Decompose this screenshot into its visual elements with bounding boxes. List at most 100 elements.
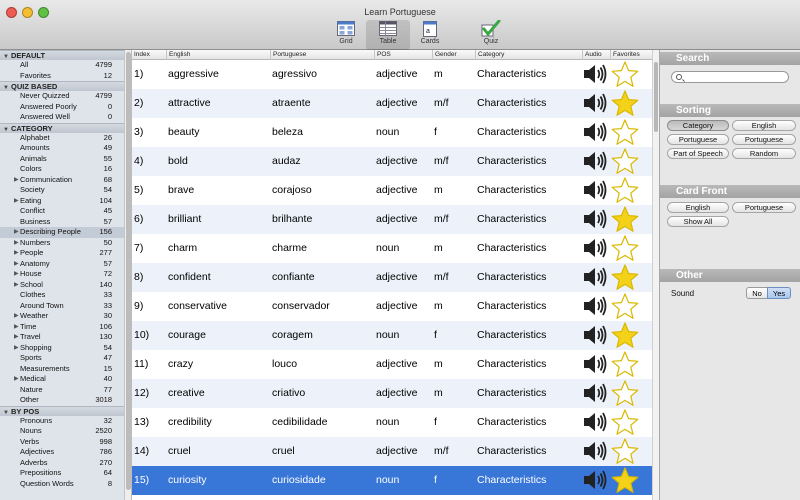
favorite-star-empty-icon[interactable] xyxy=(610,379,640,408)
table-scroll-thumb[interactable] xyxy=(654,62,658,132)
column-header[interactable]: Gender xyxy=(432,50,475,60)
table-scrollbar[interactable] xyxy=(652,50,659,500)
sidebar-item[interactable]: ▶ People 277 xyxy=(0,248,124,259)
column-header[interactable]: Favorites xyxy=(610,50,652,60)
toolbar-table-button[interactable]: Table xyxy=(366,20,410,50)
speaker-audio-icon[interactable] xyxy=(582,92,608,114)
table-row[interactable]: 7) charm charme noun m Characteristics xyxy=(132,234,652,263)
speaker-audio-icon[interactable] xyxy=(582,150,608,172)
sidebar-item[interactable]: Clothes 33 xyxy=(0,290,124,301)
sidebar-item[interactable]: Society 54 xyxy=(0,185,124,196)
sidebar-item[interactable]: Other 3018 xyxy=(0,395,124,406)
speaker-audio-icon[interactable] xyxy=(582,179,608,201)
sidebar-item[interactable]: ▶ Numbers 50 xyxy=(0,238,124,249)
favorite-star-filled-icon[interactable] xyxy=(610,321,640,350)
favorite-star-empty-icon[interactable] xyxy=(610,176,640,205)
sidebar-item[interactable]: Favorites 12 xyxy=(0,71,124,82)
sidebar-item[interactable]: Around Town 33 xyxy=(0,301,124,312)
favorite-star-empty-icon[interactable] xyxy=(610,350,640,379)
toolbar-quiz-button[interactable]: Quiz xyxy=(469,20,513,50)
expand-arrow-icon[interactable]: ▶ xyxy=(14,259,19,270)
sidebar-item[interactable]: ▶ Anatomy 57 xyxy=(0,259,124,270)
speaker-audio-icon[interactable] xyxy=(582,63,608,85)
sidebar-item[interactable]: Pronouns 32 xyxy=(0,416,124,427)
sidebar-item[interactable]: ▶ House 72 xyxy=(0,269,124,280)
expand-arrow-icon[interactable]: ▶ xyxy=(14,227,19,238)
speaker-audio-icon[interactable] xyxy=(582,121,608,143)
sidebar-item[interactable]: Never Quizzed 4799 xyxy=(0,91,124,102)
table-row[interactable]: 2) attractive atraente adjective m/f Characte… xyxy=(132,89,652,118)
table-row[interactable]: 9) conservative conservador adjective m Chara… xyxy=(132,292,652,321)
table-row[interactable]: 11) crazy louco adjective m Characteristics xyxy=(132,350,652,379)
sidebar-item[interactable]: Colors 16 xyxy=(0,164,124,175)
column-header[interactable]: Category xyxy=(475,50,582,60)
sidebar-item[interactable]: ▶ Eating 104 xyxy=(0,196,124,207)
sidebar-item[interactable]: Measurements 15 xyxy=(0,364,124,375)
sidebar-item[interactable]: Answered Poorly 0 xyxy=(0,102,124,113)
sidebar-item[interactable]: Adjectives 786 xyxy=(0,447,124,458)
favorite-star-filled-icon[interactable] xyxy=(610,205,640,234)
speaker-audio-icon[interactable] xyxy=(582,324,608,346)
sort-portuguese-button[interactable]: Portuguese xyxy=(667,134,729,145)
favorite-star-empty-icon[interactable] xyxy=(610,292,640,321)
column-header[interactable]: Portuguese xyxy=(270,50,374,60)
favorite-star-empty-icon[interactable] xyxy=(610,234,640,263)
table-row[interactable]: 3) beauty beleza noun f Characteristics xyxy=(132,118,652,147)
sort-portuguese-alt-button[interactable]: Portuguese xyxy=(732,134,796,145)
favorite-star-empty-icon[interactable] xyxy=(610,60,640,89)
sidebar-section-header[interactable]: ▼ QUIZ BASED xyxy=(0,81,124,91)
table-row[interactable]: 8) confident confiante adjective m/f Characte… xyxy=(132,263,652,292)
sound-yes-button[interactable]: Yes xyxy=(767,287,791,299)
table-row[interactable]: 5) brave corajoso adjective m Characteristics xyxy=(132,176,652,205)
column-header[interactable]: Audio xyxy=(582,50,610,60)
sidebar-item[interactable]: Nouns 2520 xyxy=(0,426,124,437)
sidebar-section-header[interactable]: ▼ DEFAULT xyxy=(0,50,124,60)
expand-arrow-icon[interactable]: ▶ xyxy=(14,343,19,354)
sidebar-item[interactable]: Sports 47 xyxy=(0,353,124,364)
favorite-star-empty-icon[interactable] xyxy=(610,118,640,147)
sidebar-item[interactable]: ▶ Shopping 54 xyxy=(0,343,124,354)
sort-part-of-speech-button[interactable]: Part of Speech xyxy=(667,148,729,159)
speaker-audio-icon[interactable] xyxy=(582,237,608,259)
sidebar-item[interactable]: Nature 77 xyxy=(0,385,124,396)
speaker-audio-icon[interactable] xyxy=(582,469,608,491)
table-row[interactable]: 1) aggressive agressivo adjective m Character… xyxy=(132,60,652,89)
search-input[interactable] xyxy=(671,71,789,83)
favorite-star-empty-icon[interactable] xyxy=(610,147,640,176)
sidebar-item[interactable]: ▶ Time 106 xyxy=(0,322,124,333)
speaker-audio-icon[interactable] xyxy=(582,295,608,317)
sidebar-item[interactable]: Alphabet 26 xyxy=(0,133,124,144)
sidebar-item[interactable]: Conflict 45 xyxy=(0,206,124,217)
sidebar-item[interactable]: ▶ Describing People 156 xyxy=(0,227,124,238)
expand-arrow-icon[interactable]: ▶ xyxy=(14,175,19,186)
expand-arrow-icon[interactable]: ▶ xyxy=(14,269,19,280)
sidebar-item[interactable]: Prepositions 64 xyxy=(0,468,124,479)
expand-arrow-icon[interactable]: ▶ xyxy=(14,332,19,343)
speaker-audio-icon[interactable] xyxy=(582,411,608,433)
sort-category-button[interactable]: Category xyxy=(667,120,729,131)
sidebar-scroll-thumb[interactable] xyxy=(126,52,131,490)
speaker-audio-icon[interactable] xyxy=(582,353,608,375)
sound-no-button[interactable]: No xyxy=(746,287,768,299)
sidebar-item[interactable]: All 4799 xyxy=(0,60,124,71)
sidebar-item[interactable]: ▶ Medical 40 xyxy=(0,374,124,385)
sidebar-item[interactable]: Amounts 49 xyxy=(0,143,124,154)
sidebar-section-header[interactable]: ▼ BY POS xyxy=(0,405,124,416)
sidebar-item[interactable]: ▶ School 140 xyxy=(0,280,124,291)
column-header[interactable]: English xyxy=(166,50,270,60)
sort-random-button[interactable]: Random xyxy=(732,148,796,159)
sidebar-item[interactable]: ▶ Travel 130 xyxy=(0,332,124,343)
card-front-english-button[interactable]: English xyxy=(667,202,729,213)
sidebar-item[interactable]: Adverbs 270 xyxy=(0,458,124,469)
table-row[interactable]: 12) creative criativo adjective m Characteris… xyxy=(132,379,652,408)
favorite-star-empty-icon[interactable] xyxy=(610,408,640,437)
sidebar-item[interactable]: Verbs 998 xyxy=(0,437,124,448)
table-row[interactable]: 14) cruel cruel adjective m/f Characteristics xyxy=(132,437,652,466)
toolbar-grid-button[interactable]: Grid xyxy=(324,20,368,50)
expand-arrow-icon[interactable]: ▶ xyxy=(14,238,19,249)
favorite-star-filled-icon[interactable] xyxy=(610,263,640,292)
favorite-star-filled-icon[interactable] xyxy=(610,89,640,118)
favorite-star-empty-icon[interactable] xyxy=(610,437,640,466)
table-row[interactable]: 4) bold audaz adjective m/f Characteristics xyxy=(132,147,652,176)
expand-arrow-icon[interactable]: ▶ xyxy=(14,322,19,333)
